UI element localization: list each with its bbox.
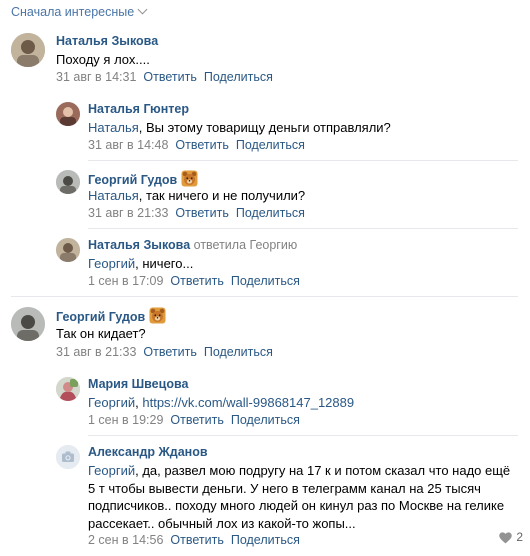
comment-line: , да, развел мою подругу на 17 к и потом… — [135, 463, 511, 478]
divider — [88, 435, 518, 436]
avatar[interactable] — [11, 33, 45, 67]
comment-text: Наталья, так ничего и не получили? — [88, 187, 305, 205]
sort-dropdown[interactable]: Сначала интересные — [11, 4, 148, 19]
comment-author: Георгий Гудов — [56, 307, 166, 324]
author-name[interactable]: Наталья Зыкова — [88, 238, 190, 252]
reply-button[interactable]: Ответить — [170, 533, 223, 547]
mention-link[interactable]: Наталья — [88, 188, 139, 203]
author-name[interactable]: Георгий Гудов — [88, 173, 177, 187]
reply-button[interactable]: Ответить — [143, 70, 196, 84]
comment-date[interactable]: 2 сен в 14:56 — [88, 533, 163, 547]
avatar[interactable] — [56, 102, 80, 126]
comment-text: Походу я лох.... — [56, 52, 150, 67]
comment-meta: 1 сен в 17:09 Ответить Поделиться — [88, 274, 307, 288]
share-button[interactable]: Поделиться — [231, 274, 300, 288]
comment-author: Наталья Зыкова ответила Георгию — [88, 238, 297, 252]
reply-to-label[interactable]: ответила Георгию — [194, 238, 298, 252]
sort-label: Сначала интересные — [11, 5, 135, 19]
comment-author[interactable]: Мария Швецова — [88, 377, 188, 391]
divider — [88, 228, 518, 229]
share-button[interactable]: Поделиться — [231, 413, 300, 427]
avatar[interactable] — [56, 445, 80, 469]
comment-meta: 31 авг в 14:31 Ответить Поделиться — [56, 70, 280, 84]
comment-meta: 1 сен в 19:29 Ответить Поделиться — [88, 413, 307, 427]
reply-button[interactable]: Ответить — [175, 206, 228, 220]
comment-date[interactable]: 31 авг в 21:33 — [88, 206, 168, 220]
avatar[interactable] — [56, 170, 80, 194]
mention-link[interactable]: Наталья — [88, 120, 139, 135]
share-button[interactable]: Поделиться — [204, 345, 273, 359]
divider — [11, 296, 518, 297]
reply-button[interactable]: Ответить — [170, 274, 223, 288]
comment-date[interactable]: 31 авг в 14:48 — [88, 138, 168, 152]
comment-date[interactable]: 31 авг в 21:33 — [56, 345, 136, 359]
comment-author: Георгий Гудов — [88, 170, 198, 187]
bear-emoji-icon — [149, 307, 166, 324]
reply-button[interactable]: Ответить — [170, 413, 223, 427]
comment-line: рассекает.. обычный лох из какой-то жопы… — [88, 515, 356, 531]
reply-button[interactable]: Ответить — [143, 345, 196, 359]
avatar[interactable] — [11, 307, 45, 341]
comment-meta: 2 сен в 14:56 Ответить Поделиться — [88, 533, 307, 547]
comment-body: , Вы этому товарищу деньги отправляли? — [138, 120, 391, 135]
share-button[interactable]: Поделиться — [204, 70, 273, 84]
author-name[interactable]: Георгий Гудов — [56, 310, 145, 324]
comment-body: , ничего... — [135, 256, 194, 271]
comment-author[interactable]: Александр Жданов — [88, 445, 208, 459]
comment-text: Георгий, да, развел мою подругу на 17 к … — [88, 462, 524, 532]
reply-button[interactable]: Ответить — [175, 138, 228, 152]
camera-icon — [56, 445, 80, 469]
heart-icon — [499, 532, 513, 544]
comment-date[interactable]: 1 сен в 19:29 — [88, 413, 163, 427]
comment-text: Георгий, https://vk.com/wall-99868147_12… — [88, 394, 354, 412]
share-button[interactable]: Поделиться — [236, 138, 305, 152]
like-button[interactable]: 2 — [499, 530, 523, 544]
divider — [88, 160, 518, 161]
mention-link[interactable]: Георгий — [88, 256, 135, 271]
comment-text: Наталья, Вы этому товарищу деньги отправ… — [88, 119, 391, 137]
mention-link[interactable]: Георгий — [88, 395, 135, 410]
share-button[interactable]: Поделиться — [231, 533, 300, 547]
chevron-down-icon — [137, 4, 148, 15]
mention-link[interactable]: Георгий — [88, 463, 135, 478]
comment-line: 5 т чтобы вывести деньги. У него в телег… — [88, 480, 481, 496]
comment-date[interactable]: 31 авг в 14:31 — [56, 70, 136, 84]
like-count: 2 — [516, 530, 523, 544]
comment-author[interactable]: Наталья Зыкова — [56, 34, 158, 48]
bear-emoji-icon — [181, 170, 198, 187]
comment-author[interactable]: Наталья Гюнтер — [88, 102, 189, 116]
comment-date[interactable]: 1 сен в 17:09 — [88, 274, 163, 288]
comment-line: подписчиков.. походу много людей он кину… — [88, 498, 505, 513]
avatar[interactable] — [56, 238, 80, 262]
comment-text: Так он кидает? — [56, 326, 146, 341]
comment-body: , так ничего и не получили? — [138, 188, 306, 203]
comment-text: Георгий, ничего... — [88, 255, 193, 273]
share-button[interactable]: Поделиться — [236, 206, 305, 220]
comment-meta: 31 авг в 21:33 Ответить Поделиться — [56, 345, 280, 359]
comment-meta: 31 авг в 21:33 Ответить Поделиться — [88, 206, 312, 220]
url-link[interactable]: https://vk.com/wall-99868147_12889 — [142, 395, 354, 410]
avatar[interactable] — [56, 377, 80, 401]
comment-meta: 31 авг в 14:48 Ответить Поделиться — [88, 138, 312, 152]
